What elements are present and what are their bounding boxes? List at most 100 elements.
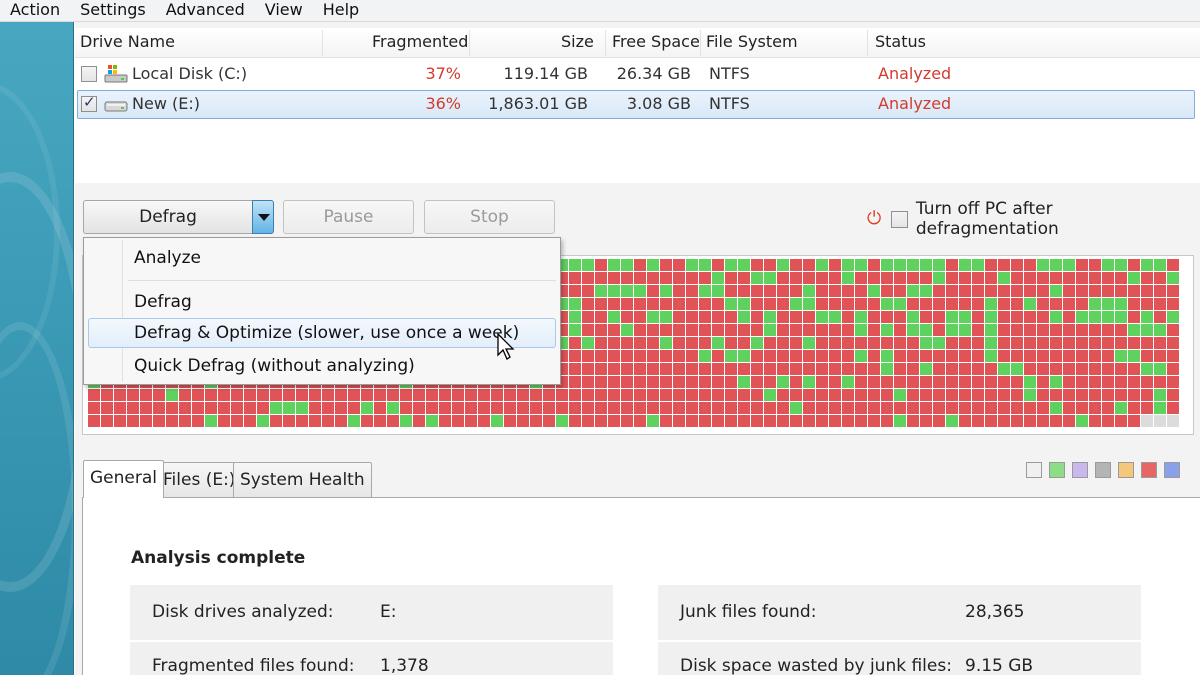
disk-cluster	[1063, 363, 1075, 375]
column-fragmented[interactable]: Fragmented	[372, 28, 468, 58]
disk-cluster	[127, 415, 139, 427]
disk-cluster	[569, 311, 581, 323]
legend-swatch[interactable]	[1049, 462, 1065, 478]
column-size[interactable]: Size	[561, 28, 594, 58]
disk-cluster	[894, 259, 906, 271]
disk-cluster	[894, 363, 906, 375]
disk-cluster	[621, 415, 633, 427]
tab-general[interactable]: General	[83, 460, 164, 498]
legend-swatch[interactable]	[1026, 462, 1042, 478]
disk-cluster	[803, 376, 815, 388]
disk-cluster	[660, 415, 672, 427]
stop-button[interactable]: Stop	[424, 200, 555, 234]
disk-cluster	[270, 402, 282, 414]
disk-cluster	[868, 285, 880, 297]
column-status[interactable]: Status	[875, 28, 926, 58]
disk-cluster	[972, 376, 984, 388]
column-free-space[interactable]: Free Space	[612, 28, 700, 58]
disk-cluster	[725, 376, 737, 388]
disk-cluster	[1063, 376, 1075, 388]
drive-name: New (E:)	[132, 94, 200, 113]
disk-cluster	[127, 389, 139, 401]
disk-cluster	[673, 350, 685, 362]
disk-cluster	[803, 272, 815, 284]
disk-cluster	[192, 402, 204, 414]
disk-cluster	[1089, 285, 1101, 297]
legend-swatch[interactable]	[1141, 462, 1157, 478]
disk-cluster	[569, 389, 581, 401]
drive-checkbox[interactable]	[81, 66, 97, 82]
disk-cluster	[842, 376, 854, 388]
disk-cluster	[673, 402, 685, 414]
disk-cluster	[803, 259, 815, 271]
disk-cluster	[595, 363, 607, 375]
disk-cluster	[998, 285, 1010, 297]
tab-system-health[interactable]: System Health	[233, 462, 372, 498]
menu-advanced[interactable]: Advanced	[156, 0, 255, 21]
menu-item-defrag[interactable]: Defrag	[88, 287, 556, 317]
drive-row-e[interactable]: New (E:) 36% 1,863.01 GB 3.08 GB NTFS An…	[77, 90, 1195, 119]
disk-cluster	[764, 415, 776, 427]
stat-value: E:	[380, 602, 397, 622]
legend-swatch[interactable]	[1095, 462, 1111, 478]
disk-cluster	[517, 415, 529, 427]
disk-cluster	[699, 285, 711, 297]
disk-cluster	[1076, 298, 1088, 310]
disk-cluster	[790, 402, 802, 414]
legend-swatch[interactable]	[1164, 462, 1180, 478]
menu-action[interactable]: Action	[0, 0, 70, 21]
menu-settings[interactable]: Settings	[70, 0, 156, 21]
disk-cluster	[816, 272, 828, 284]
disk-cluster	[1154, 415, 1166, 427]
turn-off-label[interactable]: Turn off PC after defragmentation	[916, 199, 1200, 239]
disk-cluster	[634, 324, 646, 336]
disk-cluster	[738, 402, 750, 414]
pause-button[interactable]: Pause	[283, 200, 414, 234]
menu-item-defrag-optimize[interactable]: Defrag & Optimize (slower, use once a we…	[88, 318, 556, 348]
disk-cluster	[439, 402, 451, 414]
system-drive-icon	[104, 65, 128, 83]
disk-cluster	[985, 350, 997, 362]
drive-checkbox[interactable]	[81, 93, 97, 112]
disk-cluster	[1154, 363, 1166, 375]
disk-cluster	[920, 402, 932, 414]
defrag-button[interactable]: Defrag	[84, 201, 252, 233]
disk-cluster	[816, 402, 828, 414]
disk-cluster	[907, 350, 919, 362]
disk-cluster	[1011, 363, 1023, 375]
disk-cluster	[1128, 376, 1140, 388]
disk-cluster	[569, 324, 581, 336]
disk-cluster	[647, 415, 659, 427]
menu-view[interactable]: View	[255, 0, 313, 21]
chevron-down-icon[interactable]	[252, 200, 274, 234]
disk-cluster	[660, 389, 672, 401]
disk-cluster	[1037, 259, 1049, 271]
disk-cluster	[1024, 376, 1036, 388]
disk-cluster	[647, 272, 659, 284]
disk-cluster	[699, 272, 711, 284]
legend-swatch[interactable]	[1072, 462, 1088, 478]
tab-files[interactable]: Files (E:)	[156, 462, 243, 498]
disk-cluster	[829, 402, 841, 414]
menu-item-quick-defrag[interactable]: Quick Defrag (without analyzing)	[88, 351, 556, 381]
turn-off-checkbox[interactable]	[890, 210, 908, 228]
disk-cluster	[634, 285, 646, 297]
disk-cluster	[777, 285, 789, 297]
disk-cluster	[985, 272, 997, 284]
defrag-split-button[interactable]: Defrag	[83, 200, 274, 234]
disk-cluster	[309, 402, 321, 414]
column-drive-name[interactable]: Drive Name	[80, 28, 175, 58]
disk-cluster	[1128, 324, 1140, 336]
disk-cluster	[1115, 324, 1127, 336]
disk-cluster	[465, 415, 477, 427]
disk-cluster	[1076, 311, 1088, 323]
menu-item-analyze[interactable]: Analyze	[88, 243, 556, 273]
disk-cluster	[1102, 311, 1114, 323]
disk-cluster	[608, 337, 620, 349]
disk-cluster	[816, 285, 828, 297]
column-file-system[interactable]: File System	[706, 28, 798, 58]
menu-help[interactable]: Help	[313, 0, 369, 21]
disk-cluster	[1037, 324, 1049, 336]
legend-swatch[interactable]	[1118, 462, 1134, 478]
drive-row-c[interactable]: Local Disk (C:) 37% 119.14 GB 26.34 GB N…	[77, 60, 1195, 89]
